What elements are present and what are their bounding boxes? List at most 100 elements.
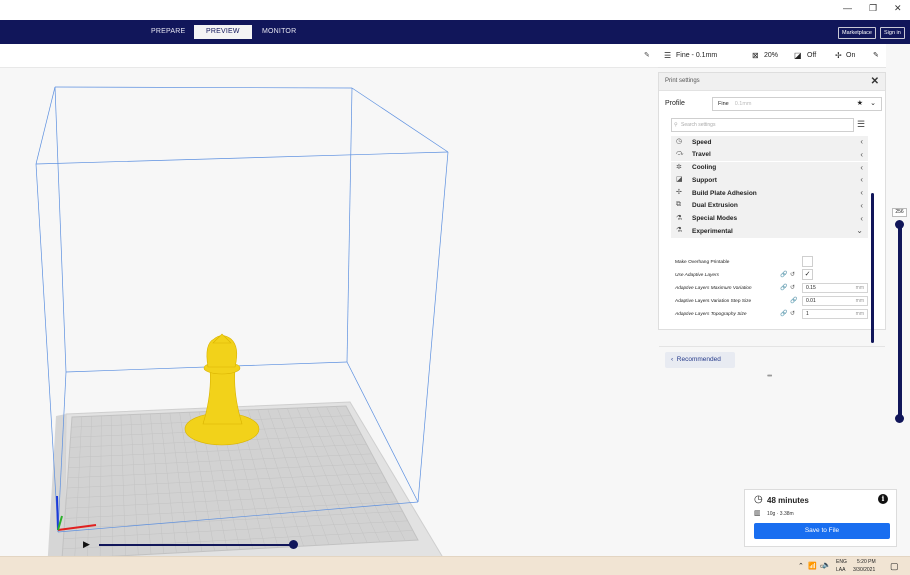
profile-label: Profile	[665, 100, 685, 107]
print-setup-icon: ☰	[664, 51, 672, 60]
panel-title: Print settings	[665, 78, 700, 84]
category-cooling[interactable]: ✲ Cooling ‹	[671, 161, 868, 175]
recommended-button[interactable]: ‹ Recommended	[665, 352, 735, 368]
play-icon[interactable]: ▶	[83, 539, 90, 550]
setting-label: Adaptive Layers Variation Step Size	[675, 299, 752, 304]
chevron-left-icon: ‹	[860, 149, 863, 159]
playback-handle[interactable]	[289, 540, 298, 549]
settings-scrollbar[interactable]	[871, 193, 874, 343]
stage-header: PREPARE PREVIEW MONITOR Marketplace Sign…	[0, 20, 910, 44]
edit-settings-icon[interactable]: ✎	[873, 44, 879, 68]
save-to-file-button[interactable]: Save to File	[754, 523, 890, 539]
category-label: Speed	[692, 138, 712, 146]
link-icon[interactable]: 🔗	[780, 284, 787, 291]
setting-checkbox[interactable]: ✓	[802, 269, 813, 280]
chevron-down-icon: ⌄	[856, 226, 863, 236]
setting-label: Adaptive Layers Topography Size	[675, 312, 747, 317]
quick-settings-bar[interactable]: ☰ Fine - 0.1mm ⊠ 20% ◪ Off ✢ On ✎	[658, 44, 886, 68]
spool-icon: ▥	[754, 510, 761, 517]
category-support[interactable]: ◪ Support ‹	[671, 174, 868, 187]
adhesion-icon: ✢	[676, 189, 682, 197]
panel-footer-divider	[659, 346, 885, 347]
chevron-down-icon: ⌄	[870, 100, 876, 107]
chevron-left-icon: ‹	[860, 137, 863, 146]
tab-preview[interactable]: PREVIEW	[194, 25, 252, 39]
recommended-label: Recommended	[676, 356, 721, 363]
notifications-icon[interactable]: ▢	[890, 561, 899, 572]
reset-icon[interactable]: ↺	[790, 310, 795, 317]
setting-checkbox[interactable]	[802, 256, 813, 267]
category-special-modes[interactable]: ⚗ Special Modes ‹	[671, 212, 868, 226]
category-label: Dual Extrusion	[692, 202, 738, 210]
category-label: Build Plate Adhesion	[692, 189, 757, 197]
panel-header: Print settings ✕	[659, 73, 885, 91]
search-icon: ⚲	[674, 122, 678, 128]
support-icon: ◪	[794, 51, 802, 60]
setting-input[interactable]: 1 mm	[802, 309, 868, 319]
info-icon[interactable]: i	[878, 494, 888, 504]
sign-in-button[interactable]: Sign in	[880, 27, 905, 39]
setting-input[interactable]: 0.15 mm	[802, 283, 868, 293]
restore-button[interactable]: ❐	[869, 3, 877, 14]
profile-summary[interactable]: Fine - 0.1mm	[676, 44, 717, 68]
link-icon[interactable]: 🔗	[780, 271, 787, 278]
settings-menu-icon[interactable]: ☰	[857, 119, 865, 130]
layer-number[interactable]: 256	[892, 208, 907, 217]
category-travel[interactable]: ⤼ Travel ‹	[671, 148, 868, 162]
print-settings-panel: Print settings ✕ Profile Fine 0.1mm ★ ⌄ ⚲…	[658, 72, 886, 380]
experimental-icon: ⚗	[676, 227, 683, 235]
category-label: Cooling	[692, 164, 717, 172]
chevron-left-icon: ‹	[860, 213, 863, 223]
search-settings-input[interactable]: ⚲ Search settings	[671, 118, 854, 132]
network-icon[interactable]: 📶	[808, 562, 817, 570]
special-modes-icon: ⚗	[676, 214, 683, 222]
category-build-plate-adhesion[interactable]: ✢ Build Plate Adhesion ‹	[671, 187, 868, 200]
volume-icon[interactable]: 🔈	[822, 561, 831, 569]
profile-select[interactable]: Fine 0.1mm ★ ⌄	[712, 97, 882, 111]
tab-prepare[interactable]: PREPARE	[139, 25, 197, 39]
settings-categories: ◷ Speed ‹ ⤼ Travel ‹ ✲ Cooling ‹ ◪ Support ‹ ✢ Build …	[671, 136, 868, 239]
close-window-button[interactable]: ✕	[894, 3, 902, 14]
layer-slider-track[interactable]	[898, 224, 902, 420]
infill-icon: ⊠	[752, 51, 759, 60]
marketplace-button[interactable]: Marketplace	[838, 27, 876, 39]
setting-unit: mm	[855, 311, 864, 317]
category-dual-extrusion[interactable]: ⧉ Dual Extrusion ‹	[671, 199, 868, 213]
clock-date[interactable]: 3/30/2021	[853, 567, 875, 573]
link-icon[interactable]: 🔗	[790, 297, 797, 304]
adhesion-value[interactable]: On	[846, 44, 855, 68]
support-value[interactable]: Off	[807, 44, 816, 68]
dual-extrusion-icon: ⧉	[676, 200, 681, 208]
adhesion-icon: ✢	[835, 51, 842, 60]
setting-value: 0.15	[806, 285, 816, 291]
chevron-left-icon: ‹	[860, 200, 863, 210]
support-icon: ◪	[676, 176, 683, 184]
minimize-button[interactable]: —	[843, 3, 852, 13]
windows-taskbar: ⌃ 📶 ▭ 🔈 ENG LAA 5:20 PM 3/30/2021 ▢	[0, 556, 910, 575]
search-placeholder: Search settings	[681, 122, 716, 128]
playback-track[interactable]	[99, 544, 295, 546]
print-time: 48 minutes	[767, 496, 809, 505]
language-secondary[interactable]: LAA	[836, 567, 845, 573]
clock-time[interactable]: 5:20 PM	[857, 559, 876, 565]
chevron-up-icon[interactable]: ⌃	[798, 562, 804, 570]
setting-unit: mm	[855, 298, 864, 304]
setting-label: Adaptive Layers Maximum Variation	[675, 286, 752, 291]
language-primary[interactable]: ENG	[836, 559, 847, 565]
setting-input[interactable]: 0.01 mm	[802, 296, 868, 306]
resize-grip-icon[interactable]: •••	[767, 373, 772, 380]
3d-viewport[interactable]: ✎ ☰ Fine - 0.1mm ⊠ 20% ◪ Off ✢ On ✎ Prin…	[0, 44, 910, 556]
favorite-star-icon[interactable]: ★	[857, 98, 863, 110]
category-experimental[interactable]: ⚗ Experimental ⌄	[671, 225, 868, 239]
reset-icon[interactable]: ↺	[790, 271, 795, 278]
layer-slider-top-handle[interactable]	[895, 220, 904, 229]
setting-label: Make Overhang Printable	[675, 260, 730, 265]
close-icon[interactable]: ✕	[871, 76, 879, 87]
layer-slider-bottom-handle[interactable]	[895, 414, 904, 423]
reset-icon[interactable]: ↺	[790, 284, 795, 291]
speed-icon: ◷	[676, 138, 683, 145]
tab-monitor[interactable]: MONITOR	[250, 25, 308, 39]
infill-value[interactable]: 20%	[764, 44, 778, 68]
category-speed[interactable]: ◷ Speed ‹	[671, 136, 868, 149]
link-icon[interactable]: 🔗	[780, 310, 787, 317]
